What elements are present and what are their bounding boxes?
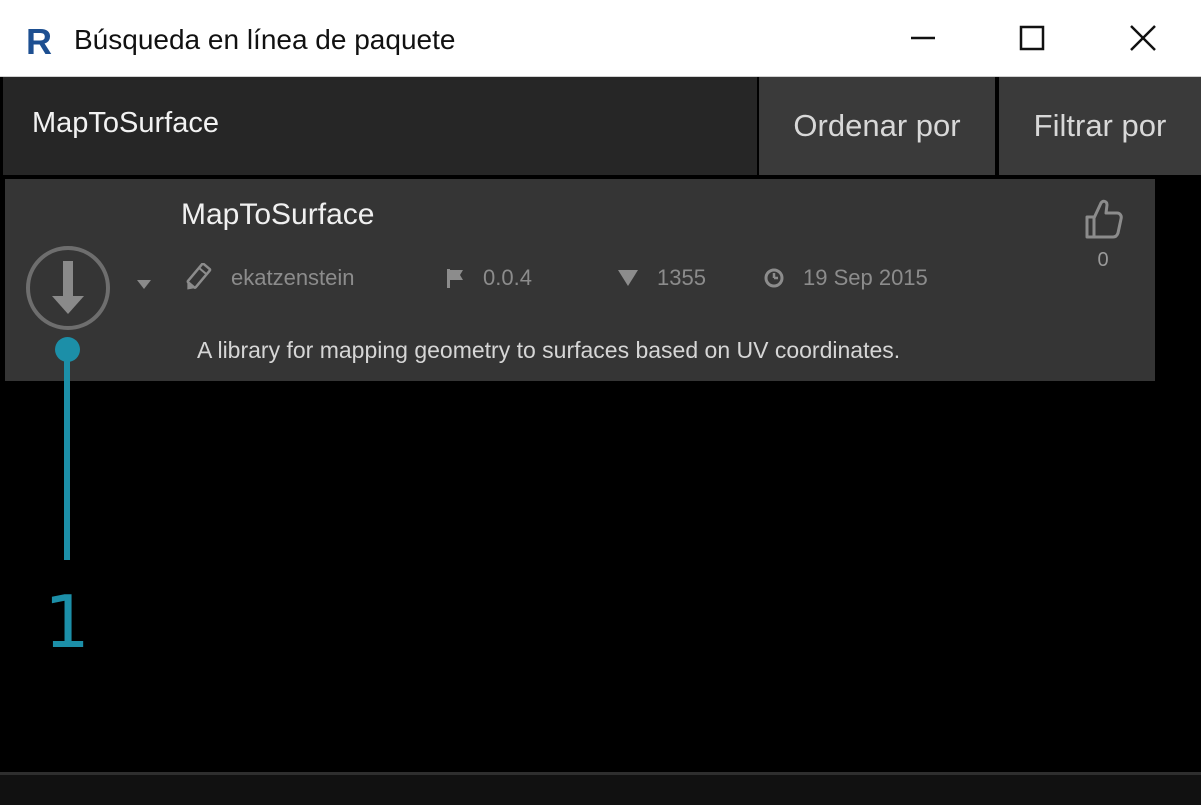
title-bar: R Búsqueda en línea de paquete	[0, 0, 1201, 77]
download-count-icon	[618, 270, 638, 286]
filter-by-button[interactable]: Filtrar por	[999, 77, 1201, 175]
search-input[interactable]: MapToSurface	[3, 77, 757, 175]
sort-by-button[interactable]: Ordenar por	[759, 77, 995, 175]
revit-logo-letter: R	[26, 22, 52, 58]
minimize-icon	[911, 36, 935, 40]
download-button[interactable]	[24, 244, 112, 332]
package-name: MapToSurface	[181, 198, 375, 231]
thumbs-up-icon	[1085, 199, 1123, 239]
close-button[interactable]	[1108, 10, 1178, 66]
callout-line	[64, 350, 70, 560]
package-downloads: 1355	[617, 263, 706, 293]
package-author: ekatzenstein	[181, 263, 355, 293]
package-description: A library for mapping geometry to surfac…	[197, 337, 901, 363]
caret-down-icon	[137, 280, 151, 289]
upvote-button[interactable]	[1081, 197, 1125, 241]
pencil-icon	[186, 263, 212, 290]
revit-logo-icon: R	[22, 21, 58, 62]
maximize-button[interactable]	[997, 10, 1067, 66]
download-count: 1355	[657, 265, 706, 290]
close-icon	[1130, 25, 1156, 51]
publish-date: 19 Sep 2015	[803, 265, 928, 290]
flag-icon	[447, 269, 463, 288]
download-arrow-icon	[26, 246, 110, 330]
vote-count: 0	[1097, 249, 1109, 271]
package-date: 19 Sep 2015	[763, 263, 928, 293]
author-name: ekatzenstein	[231, 265, 355, 290]
search-input-value: MapToSurface	[32, 107, 219, 139]
callout-number: 1	[44, 580, 90, 664]
version-number: 0.0.4	[483, 265, 532, 290]
minimize-button[interactable]	[888, 10, 958, 66]
package-list-item[interactable]: MapToSurface ekatzenstein 0.0.4 1355 19 …	[5, 179, 1155, 381]
package-search-window: R Búsqueda en línea de paquete MapToSurf…	[0, 0, 1201, 805]
package-version: 0.0.4	[445, 263, 532, 293]
bottom-strip	[0, 775, 1201, 805]
maximize-icon	[1019, 25, 1045, 51]
clock-icon	[764, 268, 784, 288]
version-dropdown-button[interactable]	[134, 274, 154, 294]
window-title: Búsqueda en línea de paquete	[74, 24, 456, 55]
